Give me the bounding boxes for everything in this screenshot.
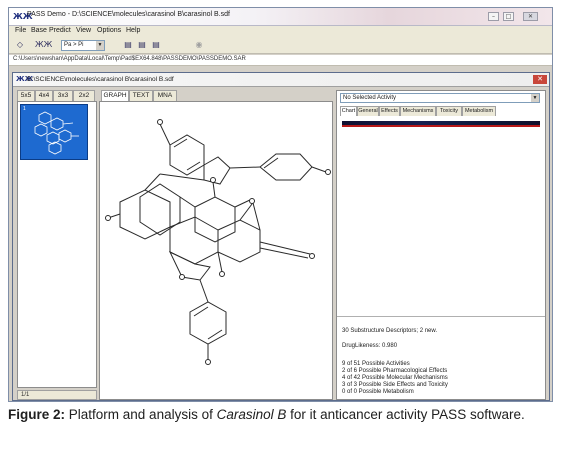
tab-graph[interactable]: GRAPH: [101, 90, 129, 101]
menu-file[interactable]: File: [15, 27, 26, 34]
summary-line: 4 of 42 Possible Molecular Mechanisms: [342, 375, 448, 381]
molecule-graph-panel: [99, 101, 333, 400]
menu-base[interactable]: Base: [31, 27, 47, 34]
molecule-thumbnail[interactable]: 1: [20, 104, 88, 160]
close-icon[interactable]: ✕: [523, 12, 538, 21]
panel-divider: [337, 316, 545, 317]
open-file-icon[interactable]: ▤: [123, 40, 133, 50]
tab-text[interactable]: TEXT: [129, 90, 153, 101]
path-bar: C:\Users\newshan\AppData\Local\Temp\Pad$…: [9, 55, 552, 66]
pass-app-window: ЖЖ PASS Demo - D:\SCIENCE\molecules\cara…: [8, 7, 553, 402]
app-title: PASS Demo - D:\SCIENCE\molecules\carasin…: [27, 11, 230, 18]
save-file-icon[interactable]: ▤: [137, 40, 147, 50]
chevron-down-icon: ▼: [96, 41, 104, 50]
pass-app-icon: ЖЖ: [13, 12, 33, 21]
tab-toxicity[interactable]: Toxicity: [436, 106, 462, 116]
navigate-icon[interactable]: ◇: [15, 40, 25, 50]
menu-help[interactable]: Help: [126, 27, 140, 34]
caption-text: Platform and analysis of: [65, 407, 217, 422]
record-counter: 1/1: [17, 390, 97, 400]
toolbar: ◇ ЖЖ Pa > Pi ▼ ▤ ▤ ▤ ◉: [9, 37, 552, 54]
molecule-child-window: ЖЖ D:\SCIENCE\molecules\carasinol B\cara…: [12, 72, 550, 401]
descriptor-count: 30 Substructure Descriptors; 2 new.: [342, 328, 438, 334]
pa-threshold-value: Pa > Pi: [64, 42, 84, 48]
thumbnail-panel: 1: [17, 101, 97, 388]
summary-line: 0 of 0 Possible Metabolism: [342, 389, 414, 395]
maximize-icon[interactable]: □: [503, 12, 514, 21]
caption-compound: Carasinol B: [216, 407, 287, 422]
tab-mechanisms[interactable]: Mechanisms: [400, 106, 436, 116]
print-icon[interactable]: ▤: [151, 40, 161, 50]
activity-select[interactable]: No Selected Activity ▼: [340, 93, 540, 103]
tab-metabolism[interactable]: Metabolism: [462, 106, 496, 116]
menu-predict[interactable]: Predict: [49, 27, 71, 34]
caption-text-end: for it anticancer activity PASS software…: [286, 407, 525, 422]
summary-line: 9 of 51 Possible Activities: [342, 361, 410, 367]
activity-chart-accent: [342, 125, 540, 127]
thumbnail-structure: [34, 111, 79, 155]
tab-mna[interactable]: MNA: [153, 90, 177, 101]
menu-options[interactable]: Options: [97, 27, 121, 34]
carasinol-b-structure: [105, 119, 331, 365]
menu-view[interactable]: View: [76, 27, 91, 34]
prediction-panel: No Selected Activity ▼ Chart General Eff…: [336, 90, 546, 400]
tab-chart[interactable]: Chart: [340, 106, 357, 116]
menubar: File Base Predict View Options Help: [9, 26, 552, 37]
tab-general[interactable]: General: [357, 106, 379, 116]
figure-caption: Figure 2: Platform and analysis of Caras…: [8, 406, 553, 424]
caption-label: Figure 2:: [8, 407, 66, 422]
tab-4x4[interactable]: 4x4: [35, 90, 53, 101]
chevron-down-icon: ▼: [531, 94, 539, 102]
druglikeness: DrugLikeness: 0.980: [342, 343, 398, 349]
minimize-icon[interactable]: –: [488, 12, 499, 21]
tab-3x3[interactable]: 3x3: [53, 90, 73, 101]
child-titlebar[interactable]: ЖЖ D:\SCIENCE\molecules\carasinol B\cara…: [13, 73, 549, 87]
summary-line: 3 of 3 Possible Side Effects and Toxicit…: [342, 382, 448, 388]
pa-threshold-select[interactable]: Pa > Pi ▼: [61, 40, 105, 51]
summary-line: 2 of 6 Possible Pharmacological Effects: [342, 368, 448, 374]
child-title: D:\SCIENCE\molecules\carasinol B\carasin…: [27, 76, 174, 83]
figure: ЖЖ PASS Demo - D:\SCIENCE\molecules\cara…: [0, 0, 561, 459]
tab-2x2[interactable]: 2x2: [73, 90, 95, 101]
stop-icon[interactable]: ◉: [194, 40, 204, 50]
tab-effects[interactable]: Effects: [379, 106, 400, 116]
predict-icon[interactable]: ЖЖ: [35, 40, 52, 50]
app-titlebar[interactable]: ЖЖ PASS Demo - D:\SCIENCE\molecules\cara…: [9, 8, 552, 26]
activity-select-value: No Selected Activity: [343, 95, 397, 101]
tab-5x5[interactable]: 5x5: [17, 90, 35, 101]
close-icon[interactable]: ✕: [533, 75, 547, 84]
thumbnail-index: 1: [23, 106, 26, 112]
sar-path: C:\Users\newshan\AppData\Local\Temp\Pad$…: [13, 56, 246, 62]
